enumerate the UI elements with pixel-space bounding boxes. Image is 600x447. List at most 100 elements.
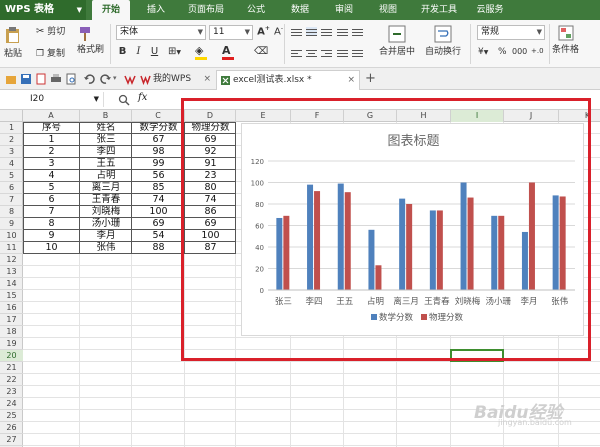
column-header-C[interactable]: C: [132, 110, 185, 122]
tab-page-layout[interactable]: 页面布局: [180, 0, 232, 20]
row-header-27[interactable]: 27: [0, 434, 23, 446]
row-header-13[interactable]: 13: [0, 266, 23, 278]
close-icon[interactable]: ×: [347, 71, 355, 89]
tab-insert[interactable]: 插入: [138, 0, 174, 20]
open-folder-icon[interactable]: [5, 73, 17, 85]
font-size-select[interactable]: 11 ▼: [209, 25, 253, 40]
cut-button[interactable]: ✂ 剪切: [36, 24, 65, 37]
customize-dropdown-icon[interactable]: ▾: [113, 74, 117, 82]
gridline: [23, 361, 600, 362]
row-header-19[interactable]: 19: [0, 338, 23, 350]
align-left-button[interactable]: [291, 48, 302, 57]
number-format-select[interactable]: 常规 ▼: [477, 25, 545, 40]
row-header-22[interactable]: 22: [0, 374, 23, 386]
row-header-7[interactable]: 7: [0, 194, 23, 206]
tab-cloud[interactable]: 云服务: [470, 0, 510, 20]
row-header-14[interactable]: 14: [0, 278, 23, 290]
underline-button[interactable]: U: [148, 46, 161, 57]
italic-button[interactable]: I: [132, 46, 145, 57]
align-center-button[interactable]: [306, 48, 317, 57]
zoom-icon[interactable]: [118, 94, 130, 106]
column-header-B[interactable]: B: [80, 110, 132, 122]
paste-label: 粘贴: [4, 49, 23, 59]
row-header-23[interactable]: 23: [0, 386, 23, 398]
print-preview-icon[interactable]: [65, 73, 77, 85]
column-header-A[interactable]: A: [23, 110, 80, 122]
row-header-4[interactable]: 4: [0, 158, 23, 170]
border-button[interactable]: ⊞▼: [168, 46, 181, 57]
row-header-10[interactable]: 10: [0, 230, 23, 242]
new-tab-button[interactable]: +: [365, 71, 376, 86]
row-header-12[interactable]: 12: [0, 254, 23, 266]
export-pdf-icon[interactable]: [35, 73, 47, 85]
number-format-value: 常规: [481, 27, 500, 37]
tab-formulas[interactable]: 公式: [238, 0, 274, 20]
percent-icon: %: [498, 47, 507, 57]
row-header-25[interactable]: 25: [0, 410, 23, 422]
paste-button[interactable]: 粘贴: [4, 26, 22, 59]
close-icon[interactable]: ×: [203, 70, 211, 88]
watermark-url: jingyan.baidu.com: [498, 418, 572, 427]
indent-increase-button[interactable]: [352, 27, 363, 36]
clear-format-button[interactable]: ⌫: [254, 46, 268, 57]
currency-button[interactable]: ¥▼: [478, 47, 488, 57]
decimal-increase-button[interactable]: +.0: [531, 47, 544, 55]
insert-function-button[interactable]: fx: [138, 92, 147, 103]
chevron-down-icon: ▼: [76, 6, 82, 14]
fill-color-button[interactable]: ◈: [195, 44, 207, 60]
font-name-value: 宋体: [120, 27, 139, 37]
row-header-2[interactable]: 2: [0, 134, 23, 146]
row-header-5[interactable]: 5: [0, 170, 23, 182]
row-header-24[interactable]: 24: [0, 398, 23, 410]
doc-tab-excel-file[interactable]: excel测试表.xlsx * ×: [216, 70, 360, 90]
row-header-1[interactable]: 1: [0, 122, 23, 134]
distribute-button[interactable]: [352, 48, 363, 57]
justify-button[interactable]: [337, 48, 348, 57]
redo-icon[interactable]: [100, 73, 112, 85]
bold-button[interactable]: B: [116, 46, 129, 57]
save-icon[interactable]: [20, 73, 32, 85]
scissors-icon: ✂: [36, 26, 45, 37]
row-header-16[interactable]: 16: [0, 302, 23, 314]
auto-wrap-button[interactable]: 自动换行: [425, 24, 461, 57]
name-box[interactable]: I20 ▼: [0, 92, 104, 107]
conditional-format-button[interactable]: 条件格: [552, 24, 579, 55]
row-header-3[interactable]: 3: [0, 146, 23, 158]
copy-button[interactable]: ❐ 复制: [36, 46, 65, 60]
align-top-button[interactable]: [291, 27, 302, 36]
row-header-15[interactable]: 15: [0, 290, 23, 302]
row-header-26[interactable]: 26: [0, 422, 23, 434]
increase-font-button[interactable]: A+: [257, 25, 270, 37]
font-name-select[interactable]: 宋体 ▼: [116, 25, 206, 40]
chevron-down-icon: ▼: [176, 49, 182, 56]
tab-view[interactable]: 视图: [370, 0, 406, 20]
align-middle-button[interactable]: [306, 27, 317, 36]
thousands-button[interactable]: 000: [512, 47, 527, 56]
row-header-6[interactable]: 6: [0, 182, 23, 194]
tab-review[interactable]: 审阅: [326, 0, 362, 20]
table-border: [23, 122, 24, 254]
format-painter-button[interactable]: 格式刷: [77, 26, 104, 55]
tab-home[interactable]: 开始: [92, 0, 130, 20]
row-header-18[interactable]: 18: [0, 326, 23, 338]
row-header-21[interactable]: 21: [0, 362, 23, 374]
doc-tab-my-wps[interactable]: 我的WPS ×: [137, 70, 215, 90]
select-all-corner[interactable]: [0, 110, 23, 122]
clipboard-icon: [6, 27, 19, 43]
font-color-button[interactable]: A: [222, 44, 234, 60]
row-header-9[interactable]: 9: [0, 218, 23, 230]
row-header-8[interactable]: 8: [0, 206, 23, 218]
merge-center-button[interactable]: 合并居中: [379, 24, 415, 57]
row-header-11[interactable]: 11: [0, 242, 23, 254]
tab-developer[interactable]: 开发工具: [414, 0, 464, 20]
indent-decrease-button[interactable]: [337, 27, 348, 36]
tab-data[interactable]: 数据: [282, 0, 318, 20]
row-header-17[interactable]: 17: [0, 314, 23, 326]
app-menu-button[interactable]: WPS 表格 ▼: [0, 0, 86, 20]
print-icon[interactable]: [50, 73, 62, 85]
undo-icon[interactable]: [83, 73, 95, 85]
align-right-button[interactable]: [321, 48, 332, 57]
align-bottom-button[interactable]: [321, 27, 332, 36]
row-header-20[interactable]: 20: [0, 350, 23, 362]
percent-button[interactable]: %: [498, 47, 507, 57]
